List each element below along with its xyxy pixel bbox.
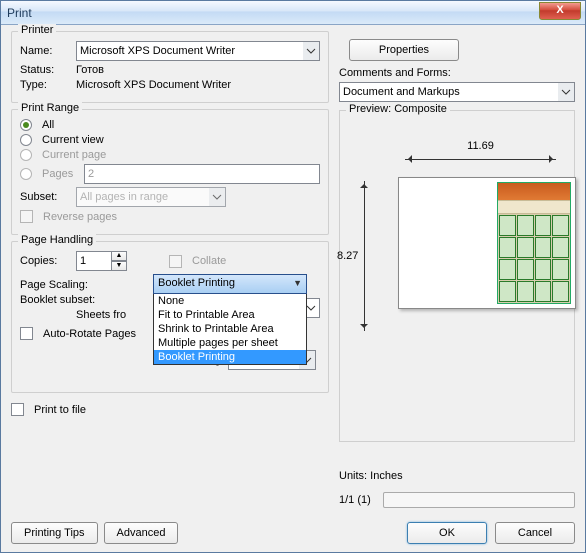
close-button[interactable]: X [539, 2, 581, 20]
reverse-pages-checkbox [20, 210, 33, 223]
print-to-file-checkbox[interactable] [11, 403, 24, 416]
range-pages-input [84, 164, 320, 184]
printer-status-label: Status: [20, 64, 70, 76]
print-to-file-label: Print to file [34, 404, 86, 416]
preview-document-icon [497, 182, 571, 304]
dimension-height-icon: 8.27 [364, 181, 378, 331]
auto-rotate-checkbox[interactable] [20, 327, 33, 340]
scaling-option-multiple[interactable]: Multiple pages per sheet [154, 336, 306, 350]
copies-up[interactable]: ▲ [112, 251, 127, 261]
preview-group: Preview: Composite 11.69 8.27 [339, 110, 575, 442]
range-current-page-label: Current page [42, 149, 106, 161]
printer-status-value: Готов [76, 64, 104, 76]
printer-legend: Printer [18, 24, 56, 36]
dimension-width-icon: 11.69 [405, 159, 556, 173]
subset-select: All pages in range [76, 187, 226, 207]
auto-rotate-label: Auto-Rotate Pages [43, 328, 136, 340]
range-current-page-radio [20, 149, 32, 161]
collate-checkbox [169, 255, 182, 268]
subset-label: Subset: [20, 191, 70, 203]
range-current-view-label: Current view [42, 134, 104, 146]
printing-tips-button[interactable]: Printing Tips [11, 522, 98, 544]
booklet-subset-label: Booklet subset: [20, 294, 110, 306]
printer-type-value: Microsoft XPS Document Writer [76, 79, 231, 91]
properties-button[interactable]: Properties [349, 39, 459, 61]
comments-label: Comments and Forms: [339, 67, 451, 79]
scaling-option-booklet[interactable]: Booklet Printing [154, 350, 306, 364]
cancel-button[interactable]: Cancel [495, 522, 575, 544]
range-pages-radio [20, 168, 32, 180]
collate-label: Collate [192, 255, 226, 267]
reverse-pages-label: Reverse pages [43, 211, 117, 223]
print-range-group: Print Range All Current view Current pag… [11, 109, 329, 235]
printer-type-label: Type: [20, 79, 70, 91]
page-scaling-select[interactable]: Booklet Printing None Fit to Printable A… [153, 274, 307, 365]
page-scaling-selected[interactable]: Booklet Printing [153, 274, 307, 294]
print-dialog: Print X Printer Name: Microsoft XPS Docu… [0, 0, 586, 553]
printer-name-label: Name: [20, 45, 70, 57]
range-all-label: All [42, 119, 54, 131]
sheets-from-label: Sheets fro [76, 309, 126, 321]
preview-legend: Preview: Composite [346, 103, 450, 115]
copies-label: Copies: [20, 255, 70, 267]
ok-button[interactable]: OK [407, 522, 487, 544]
page-handling-group: Page Handling Copies: ▲▼ Collate Page Sc… [11, 241, 329, 393]
preview-nav: 1/1 (1) [339, 494, 371, 506]
copies-down[interactable]: ▼ [112, 261, 127, 271]
range-all-radio[interactable] [20, 119, 32, 131]
titlebar[interactable]: Print X [1, 1, 585, 25]
page-scaling-label: Page Scaling: [20, 279, 110, 291]
print-range-legend: Print Range [18, 102, 82, 114]
printer-group: Printer Name: Microsoft XPS Document Wri… [11, 31, 329, 103]
page-handling-legend: Page Handling [18, 234, 96, 246]
comments-select[interactable]: Document and Markups [339, 82, 575, 102]
range-pages-label: Pages [42, 168, 78, 180]
page-scaling-options[interactable]: None Fit to Printable Area Shrink to Pri… [153, 293, 307, 365]
scaling-option-fit[interactable]: Fit to Printable Area [154, 308, 306, 322]
preview-width: 11.69 [463, 140, 498, 152]
printer-name-select[interactable]: Microsoft XPS Document Writer [76, 41, 320, 61]
preview-page [398, 177, 576, 309]
advanced-button[interactable]: Advanced [104, 522, 179, 544]
copies-stepper[interactable]: ▲▼ [76, 251, 127, 271]
range-current-view-radio[interactable] [20, 134, 32, 146]
copies-input[interactable] [76, 251, 112, 271]
window-title: Print [7, 6, 32, 20]
preview-height: 8.27 [337, 250, 358, 262]
units-label: Units: Inches [339, 470, 403, 482]
scaling-option-none[interactable]: None [154, 294, 306, 308]
scaling-option-shrink[interactable]: Shrink to Printable Area [154, 322, 306, 336]
preview-slider[interactable] [383, 492, 575, 508]
